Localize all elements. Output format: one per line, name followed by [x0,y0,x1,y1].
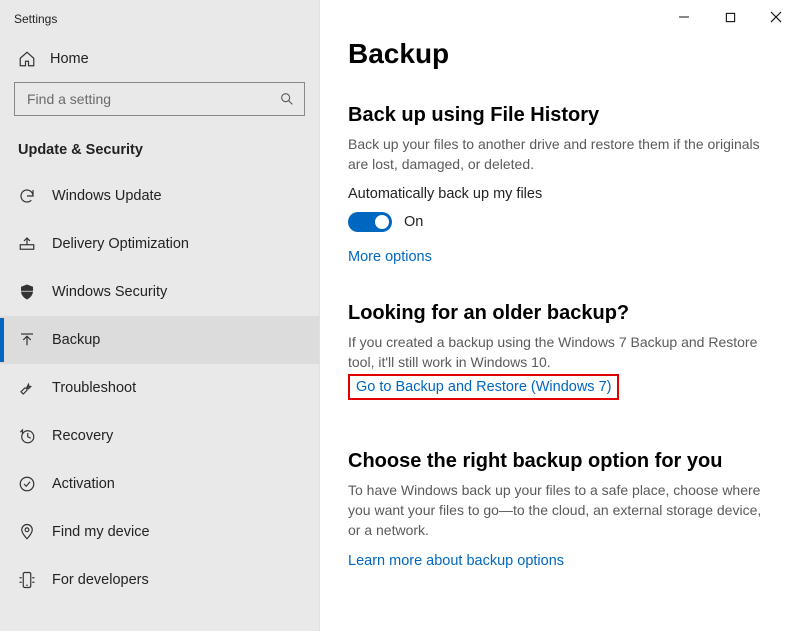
section-title: Choose the right backup option for you [348,450,775,473]
minimize-button[interactable] [661,0,707,34]
window-controls [661,0,799,34]
sidebar-item-label: Recovery [52,428,113,444]
search-box[interactable] [14,82,305,116]
toggle-row: On [348,212,775,232]
auto-backup-toggle[interactable] [348,212,392,232]
sidebar-item-for-developers[interactable]: For developers [0,556,319,604]
nav-list: Windows Update Delivery Optimization Win… [0,172,319,604]
section-choose-option: Choose the right backup option for you T… [348,450,775,570]
nav-home-label: Home [50,51,89,67]
search-icon [278,91,296,107]
section-older-backup: Looking for an older backup? If you crea… [348,302,775,400]
sidebar: Settings Home Update & Security Windo [0,0,320,631]
recovery-icon [18,427,36,445]
sidebar-item-label: Troubleshoot [52,380,136,396]
sidebar-item-label: Find my device [52,524,150,540]
sidebar-item-label: Windows Update [52,188,162,204]
troubleshoot-icon [18,379,36,397]
sidebar-item-windows-security[interactable]: Windows Security [0,268,319,316]
more-options-link[interactable]: More options [348,249,432,265]
sidebar-item-label: Windows Security [52,284,167,300]
sidebar-item-backup[interactable]: Backup [0,316,319,364]
learn-more-link[interactable]: Learn more about backup options [348,553,564,569]
sidebar-item-label: Backup [52,332,100,348]
toggle-state-label: On [404,214,423,230]
backup-restore-win7-link[interactable]: Go to Backup and Restore (Windows 7) [348,374,619,400]
maximize-button[interactable] [707,0,753,34]
main-content: Backup Back up using File History Back u… [320,0,799,631]
developers-icon [18,571,36,589]
page-title: Backup [348,38,775,70]
sidebar-item-recovery[interactable]: Recovery [0,412,319,460]
sidebar-item-delivery-optimization[interactable]: Delivery Optimization [0,220,319,268]
sidebar-item-windows-update[interactable]: Windows Update [0,172,319,220]
activation-icon [18,475,36,493]
section-desc: To have Windows back up your files to a … [348,481,775,540]
sync-icon [18,187,36,205]
home-icon [18,50,36,68]
sidebar-item-label: Delivery Optimization [52,236,189,252]
section-title: Back up using File History [348,104,775,127]
sidebar-item-activation[interactable]: Activation [0,460,319,508]
backup-icon [18,331,36,349]
toggle-field-label: Automatically back up my files [348,186,775,202]
sidebar-item-find-my-device[interactable]: Find my device [0,508,319,556]
nav-home[interactable]: Home [0,38,319,76]
sidebar-item-label: Activation [52,476,115,492]
search-wrap [0,76,319,126]
find-device-icon [18,523,36,541]
sidebar-section-title: Update & Security [0,126,319,172]
section-desc: Back up your files to another drive and … [348,135,775,174]
section-desc: If you created a backup using the Window… [348,333,775,372]
titlebar: Settings [0,0,319,38]
sidebar-item-troubleshoot[interactable]: Troubleshoot [0,364,319,412]
app-title: Settings [14,12,57,26]
close-button[interactable] [753,0,799,34]
sidebar-item-label: For developers [52,572,149,588]
delivery-icon [18,235,36,253]
shield-icon [18,283,36,301]
section-title: Looking for an older backup? [348,302,775,325]
section-file-history: Back up using File History Back up your … [348,104,775,266]
search-input[interactable] [25,90,278,108]
